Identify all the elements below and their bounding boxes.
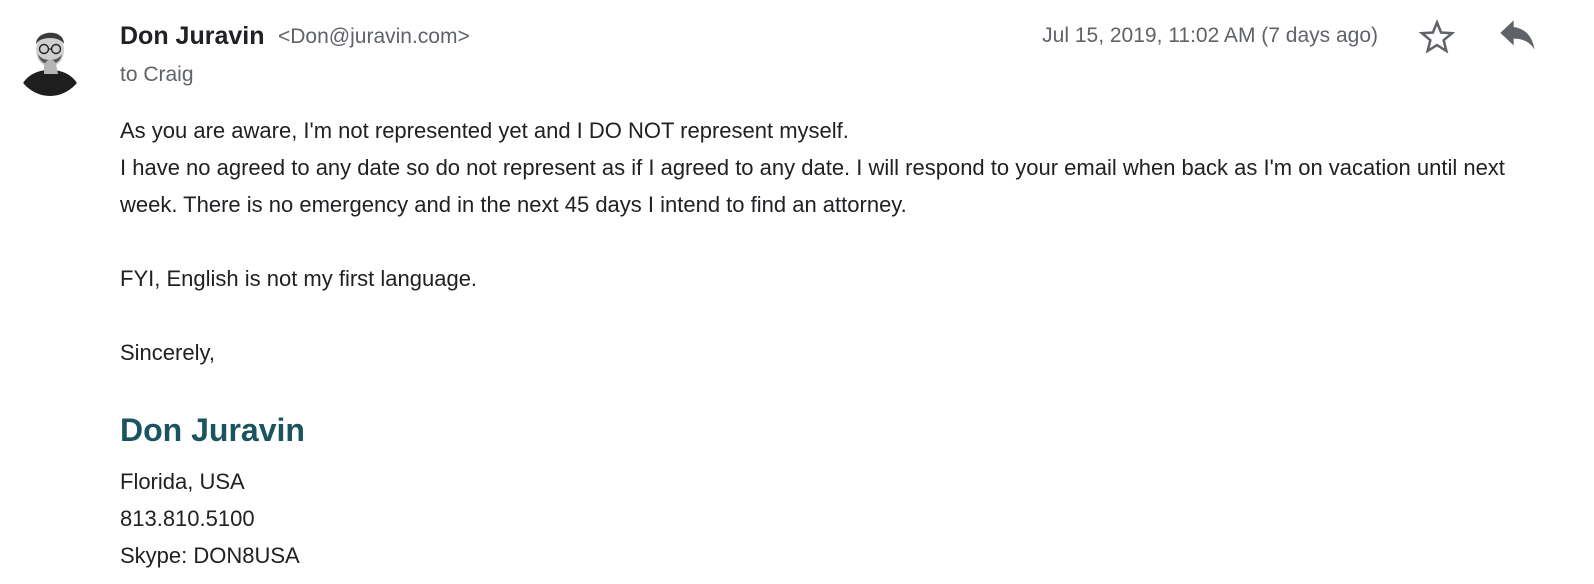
body-paragraph-2: FYI, English is not my first language.	[120, 266, 478, 291]
signature-skype: Skype: DON8USA	[120, 543, 300, 568]
body-paragraph-1-line-2: I have no agreed to any date so do not r…	[120, 155, 1505, 217]
sender-avatar[interactable]	[14, 18, 86, 96]
email-body: As you are aware, I'm not represented ye…	[120, 112, 1540, 371]
star-outline-icon	[1418, 19, 1456, 54]
signature-details: Florida, USA 813.810.5100 Skype: DON8USA	[120, 463, 300, 574]
star-button[interactable]	[1418, 18, 1456, 56]
sender-email: <Don@juravin.com>	[278, 25, 470, 48]
signature-name: Don Juravin	[120, 412, 305, 448]
email-timestamp: Jul 15, 2019, 11:02 AM (7 days ago)	[1042, 24, 1378, 47]
body-paragraph-1-line-1: As you are aware, I'm not represented ye…	[120, 118, 849, 143]
sender-name[interactable]: Don Juravin	[120, 22, 264, 51]
recipient-line[interactable]: to Craig	[120, 63, 194, 87]
reply-arrow-icon	[1500, 20, 1535, 50]
signature-phone[interactable]: 813.810.5100	[120, 500, 300, 537]
body-closing: Sincerely,	[120, 340, 215, 365]
signature-location: Florida, USA	[120, 469, 245, 494]
reply-button[interactable]	[1497, 20, 1537, 54]
